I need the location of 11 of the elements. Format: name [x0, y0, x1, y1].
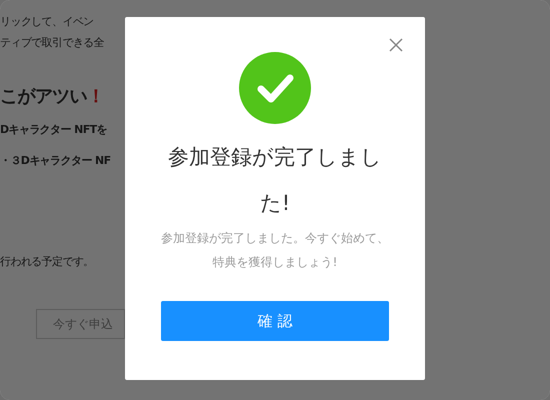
- confirm-button[interactable]: 確 認: [161, 301, 389, 341]
- section-heading: こがアツい: [0, 86, 88, 107]
- dialog-title: 参加登録が完了しました!: [167, 144, 383, 217]
- exclamation-mark: ！: [87, 86, 104, 107]
- body-text: 行われる予定です。: [0, 254, 94, 269]
- body-text: リックして、イベン: [0, 14, 94, 29]
- body-text: Dキャラクター NFTを: [0, 122, 107, 137]
- dialog-message: 参加登録が完了しました。今すぐ始めて、特典を獲得しましょう!: [160, 230, 390, 271]
- close-icon[interactable]: [389, 38, 403, 52]
- body-text: ティブで取引できる全: [0, 35, 104, 50]
- body-text: ・３Dキャラクター NF: [0, 153, 110, 168]
